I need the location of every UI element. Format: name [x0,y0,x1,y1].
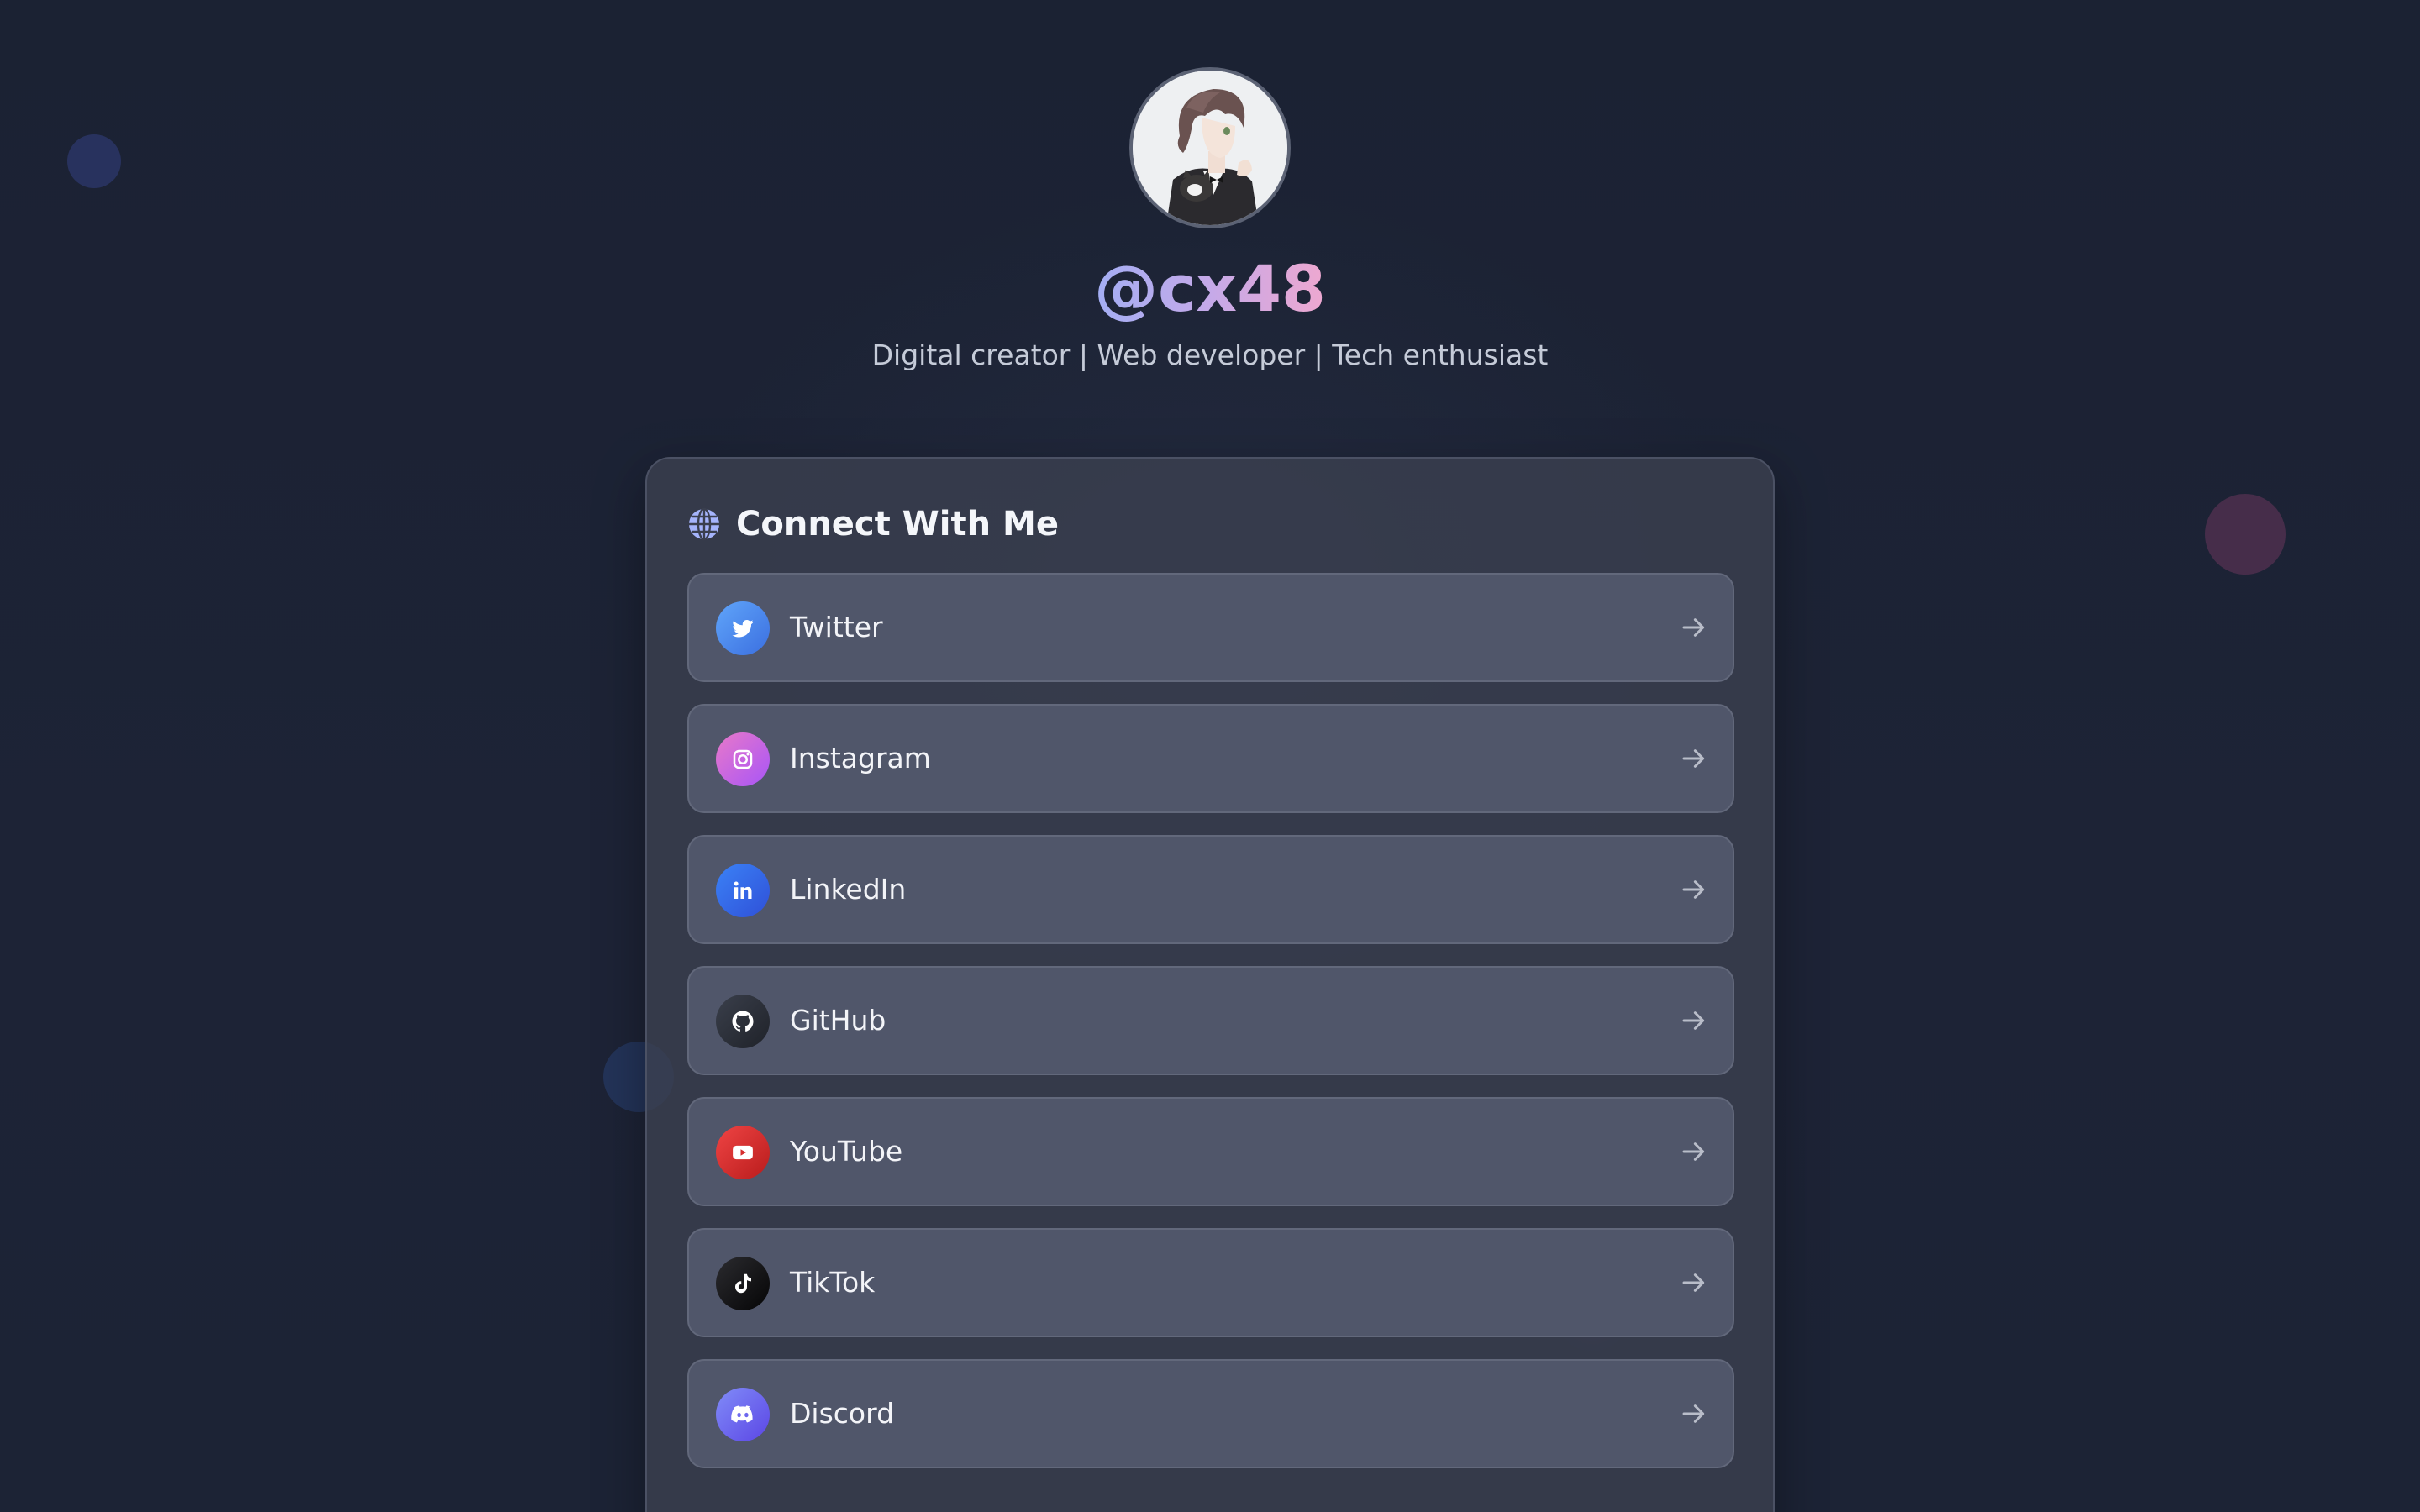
link-label: Instagram [790,742,931,774]
instagram-icon [716,732,770,786]
card-title: Connect With Me [736,505,1059,543]
link-discord[interactable]: Discord [687,1359,1734,1468]
arrow-right-icon [1682,618,1705,637]
arrow-right-icon [1682,1273,1705,1292]
link-label: LinkedIn [790,873,907,906]
link-youtube[interactable]: YouTube [687,1097,1734,1206]
link-instagram[interactable]: Instagram [687,704,1734,813]
link-label: Twitter [790,611,883,643]
arrow-right-icon [1682,1404,1705,1423]
link-label: TikTok [790,1266,876,1299]
link-label: GitHub [790,1004,886,1037]
link-github[interactable]: GitHub [687,966,1734,1075]
github-icon [716,995,770,1048]
card-header: Connect With Me [687,499,1059,549]
avatar-illustration [1133,71,1287,225]
arrow-right-icon [1682,749,1705,768]
globe-icon [687,507,721,541]
link-twitter[interactable]: Twitter [687,573,1734,682]
arrow-right-icon [1682,880,1705,899]
arrow-right-icon [1682,1142,1705,1161]
arrow-right-icon [1682,1011,1705,1030]
links-list: Twitter Instagram LinkedIn GitHub YouTub… [687,573,1734,1490]
link-linkedin[interactable]: LinkedIn [687,835,1734,944]
profile-bio: Digital creator | Web developer | Tech e… [871,339,1549,371]
link-label: YouTube [790,1135,903,1168]
link-label: Discord [790,1397,895,1430]
twitter-icon [716,601,770,655]
decorative-orb [2205,494,2286,575]
linkedin-icon [716,864,770,917]
link-tiktok[interactable]: TikTok [687,1228,1734,1337]
links-card: Connect With Me Twitter Instagram Linked… [645,457,1775,1512]
discord-icon [716,1388,770,1441]
tiktok-icon [716,1257,770,1310]
avatar [1129,67,1291,228]
youtube-icon [716,1126,770,1179]
profile-handle: @cx48 [1094,251,1326,326]
decorative-orb [67,134,121,188]
